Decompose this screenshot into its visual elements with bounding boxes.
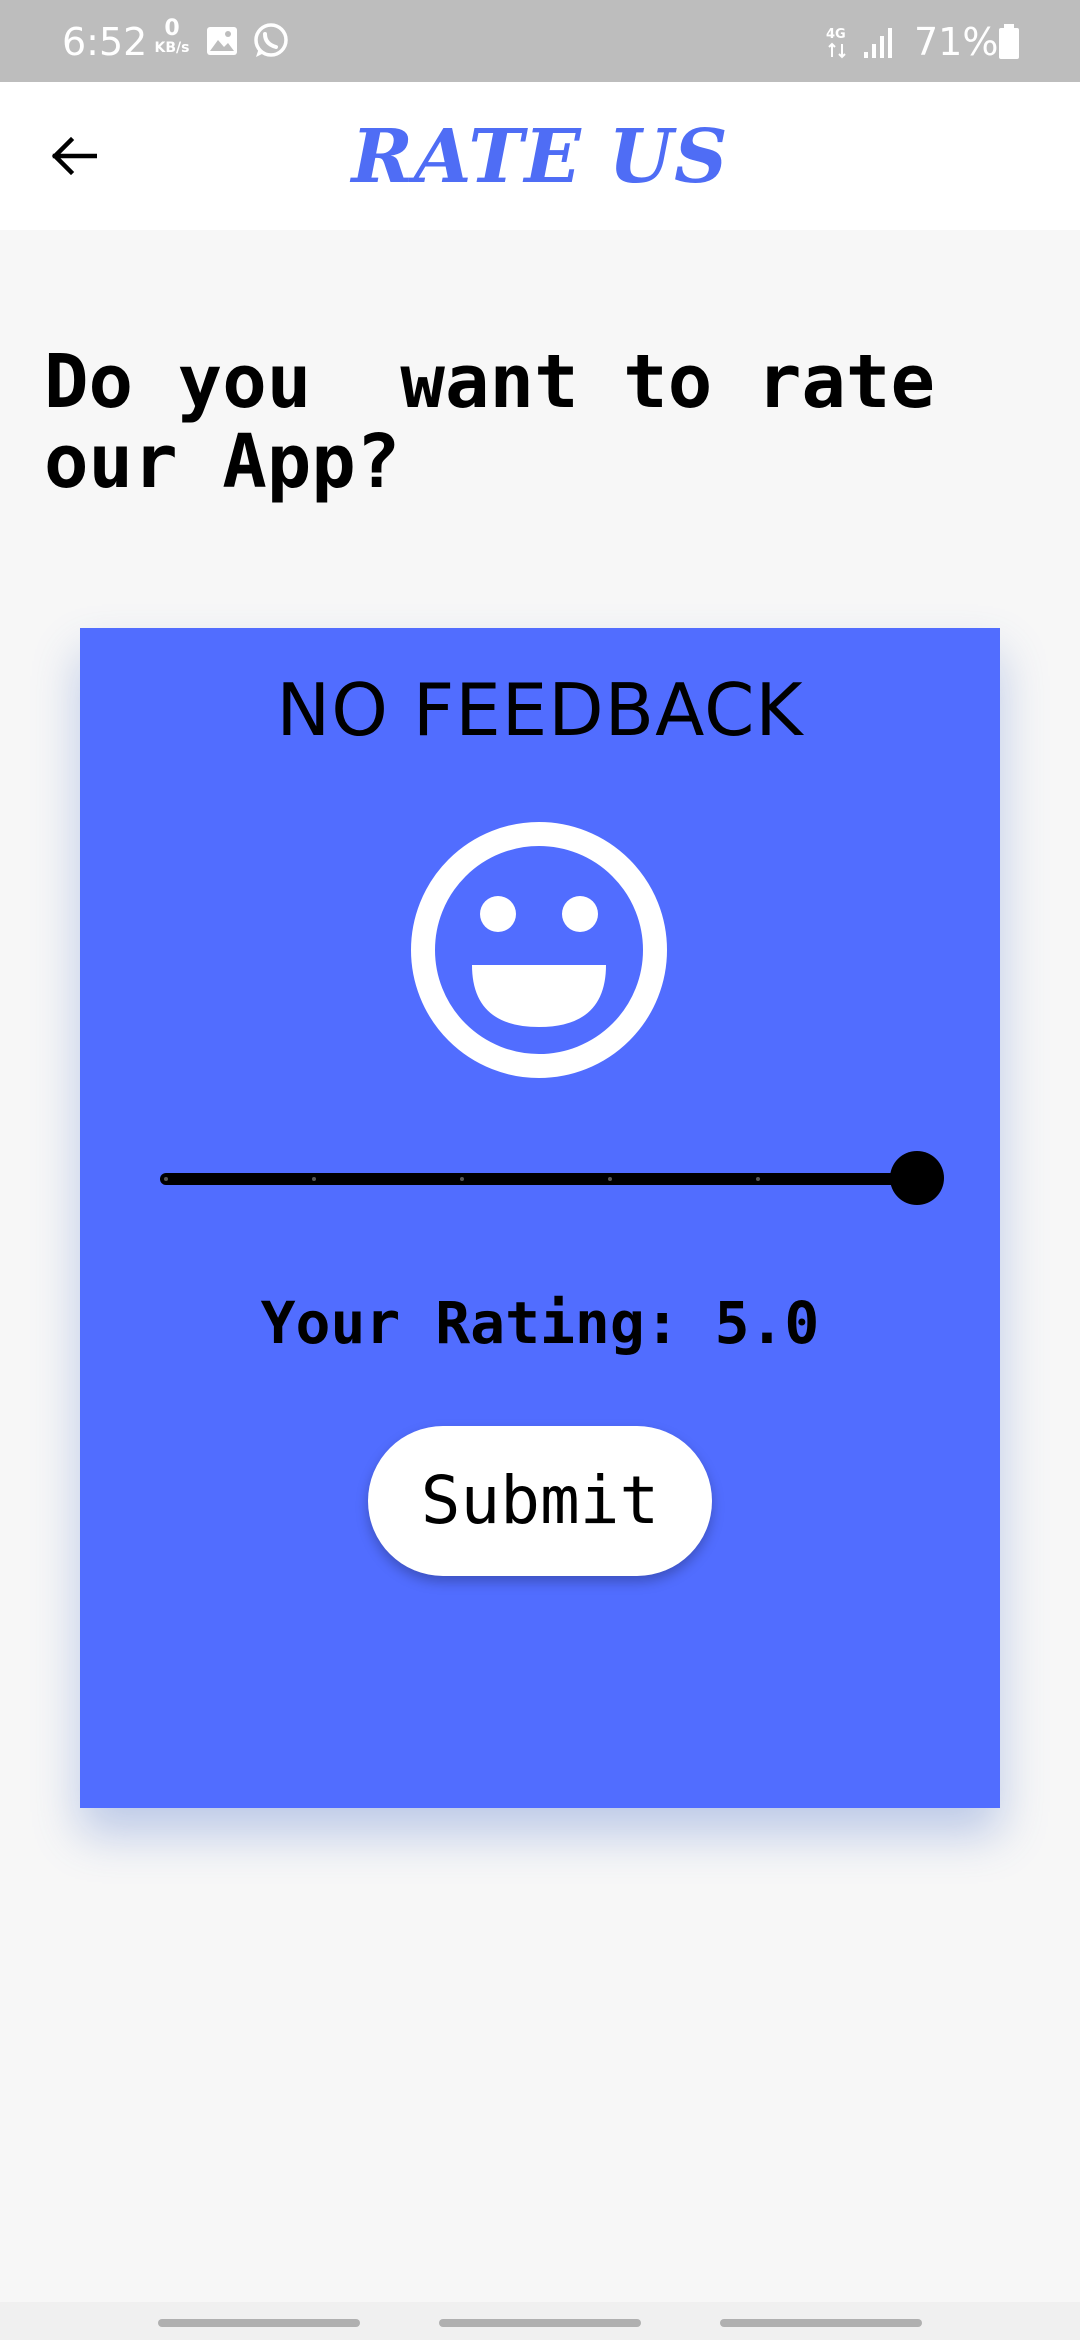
page-title: RATE US [351,114,729,200]
whatsapp-icon [254,23,288,57]
gallery-icon [207,27,237,55]
feedback-label: NO FEEDBACK [276,668,804,752]
network-type-icon: 4G [826,27,846,59]
rating-card: NO FEEDBACK Your Rating: 5.0 Submit [80,628,1000,1808]
rating-value-text: Your Rating: 5.0 [260,1289,820,1357]
app-bar: RATE US [0,82,1080,230]
network-type-label: 4G [826,27,846,42]
nav-recents-button[interactable] [158,2319,360,2327]
slider-tick [312,1177,316,1181]
slider-tick [460,1177,464,1181]
slider-tick [756,1177,760,1181]
battery-icon [999,24,1019,59]
system-nav-bar [0,2302,1080,2340]
nav-back-button[interactable] [720,2319,922,2327]
slider-tick [164,1177,168,1181]
rating-question: Do you want to rate our App? [44,339,980,505]
status-time: 6:52 [62,20,148,64]
data-speed-indicator: 0 KB/s [152,18,192,57]
submit-button[interactable]: Submit [368,1426,712,1576]
slider-thumb[interactable] [890,1151,944,1205]
battery-percent: 71% [914,20,999,64]
nav-home-button[interactable] [439,2319,641,2327]
grinning-face-icon [411,822,667,1078]
signal-icon [864,28,892,58]
slider-tick [608,1177,612,1181]
data-speed-value: 0 [164,16,180,41]
rating-slider[interactable] [160,1148,950,1208]
slider-track[interactable] [160,1173,920,1185]
status-bar: 6:52 0 KB/s 4G 71% [0,0,1080,82]
data-speed-unit: KB/s [154,40,190,56]
